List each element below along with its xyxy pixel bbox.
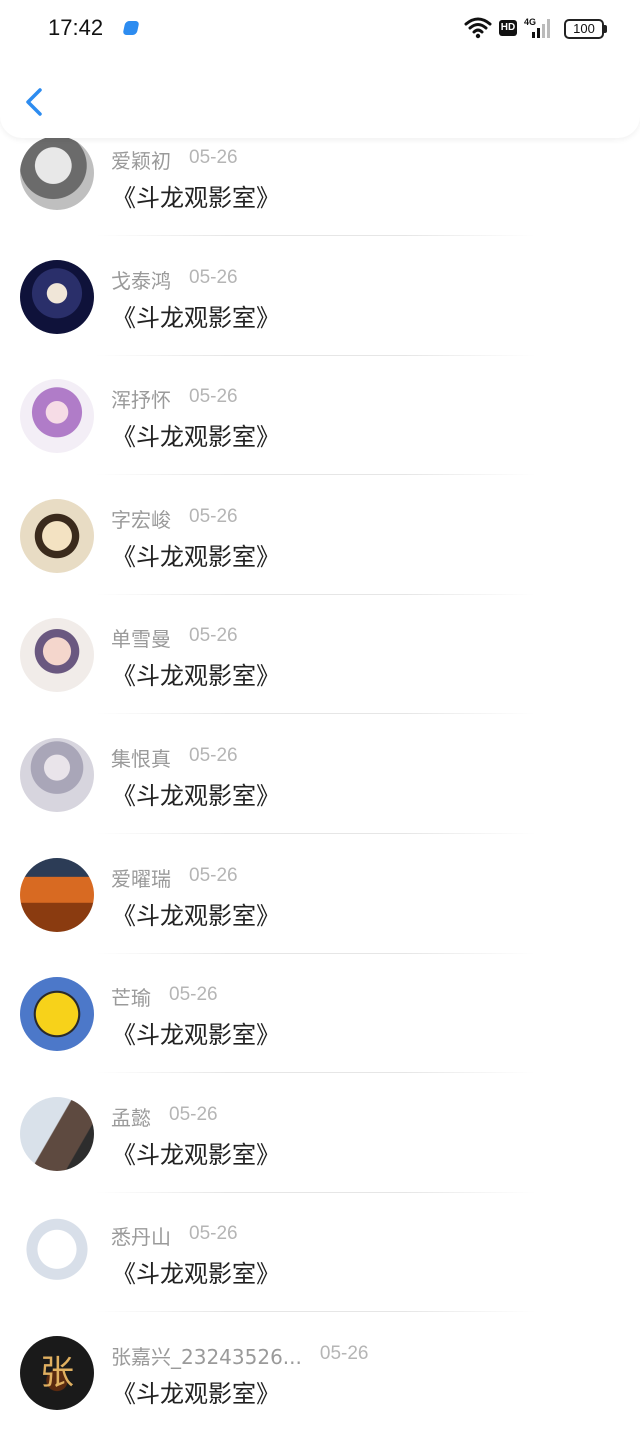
list-item[interactable]: 字宏峻 05-26 《斗龙观影室》 xyxy=(0,498,640,618)
item-title[interactable]: 《斗龙观影室》 xyxy=(112,896,280,931)
avatar[interactable] xyxy=(20,857,94,932)
battery-icon: 100 xyxy=(564,19,607,39)
user-name[interactable]: 戈泰鸿 xyxy=(111,265,171,294)
item-title[interactable]: 《斗龙观影室》 xyxy=(112,537,280,572)
avatar[interactable] xyxy=(20,618,94,693)
status-bar: 17:42 HD 4G 100 xyxy=(0,0,640,58)
divider xyxy=(96,1191,536,1193)
item-title[interactable]: 《斗龙观影室》 xyxy=(112,1374,280,1409)
item-date: 05-26 xyxy=(189,386,238,408)
divider xyxy=(96,593,536,595)
list-item[interactable]: 悉丹山 05-26 《斗龙观影室》 xyxy=(0,1216,640,1335)
item-date: 05-26 xyxy=(189,147,238,168)
item-date: 05-26 xyxy=(189,505,238,527)
status-time: 17:42 xyxy=(48,15,104,40)
app-notification-icon xyxy=(122,21,140,35)
avatar[interactable] xyxy=(20,1216,94,1291)
list-item[interactable]: 张 张嘉兴_23243526... 05-26 《斗龙观影室》 xyxy=(0,1336,640,1455)
avatar[interactable] xyxy=(20,259,94,334)
item-title[interactable]: 《斗龙观影室》 xyxy=(112,1015,280,1050)
item-date: 05-26 xyxy=(169,984,218,1006)
list-item[interactable]: 戈泰鸿 05-26 《斗龙观影室》 xyxy=(0,259,640,379)
avatar[interactable] xyxy=(20,1096,94,1171)
avatar[interactable] xyxy=(20,738,94,812)
user-name[interactable]: 爱曜瑞 xyxy=(111,863,171,892)
item-date: 05-26 xyxy=(189,745,238,766)
hd-icon: HD xyxy=(499,20,517,36)
avatar[interactable] xyxy=(20,977,94,1052)
item-title[interactable]: 《斗龙观影室》 xyxy=(112,417,280,452)
item-title[interactable]: 《斗龙观影室》 xyxy=(112,656,280,691)
list-item[interactable]: 孟懿 05-26 《斗龙观影室》 xyxy=(0,1096,640,1216)
avatar[interactable] xyxy=(20,379,94,454)
signal-icon: 4G xyxy=(524,17,550,38)
item-title[interactable]: 《斗龙观影室》 xyxy=(112,1135,280,1170)
divider xyxy=(96,1072,536,1074)
user-name[interactable]: 张嘉兴_23243526... xyxy=(111,1341,302,1370)
user-name[interactable]: 浑抒怀 xyxy=(111,384,171,413)
avatar[interactable] xyxy=(20,498,94,573)
list-item[interactable]: 爱曜瑞 05-26 《斗龙观影室》 xyxy=(0,857,640,977)
divider xyxy=(96,474,536,476)
user-name[interactable]: 孟懿 xyxy=(111,1102,151,1131)
avatar[interactable]: 张 xyxy=(20,1336,94,1410)
divider xyxy=(96,713,536,715)
item-date: 05-26 xyxy=(189,1223,238,1245)
divider xyxy=(96,354,536,356)
divider xyxy=(96,833,536,834)
header xyxy=(0,58,640,138)
item-title[interactable]: 《斗龙观影室》 xyxy=(112,178,280,213)
user-name[interactable]: 芒瑜 xyxy=(111,982,151,1011)
item-date: 05-26 xyxy=(319,1343,369,1364)
divider xyxy=(96,1311,536,1313)
item-title[interactable]: 《斗龙观影室》 xyxy=(112,298,280,333)
item-date: 05-26 xyxy=(169,1103,218,1125)
list-item[interactable]: 爱颖初 05-26 《斗龙观影室》 xyxy=(0,136,640,259)
user-name[interactable]: 字宏峻 xyxy=(111,504,171,533)
avatar-text: 张 xyxy=(40,1353,74,1393)
user-name[interactable]: 悉丹山 xyxy=(111,1221,171,1250)
list-item[interactable]: 集恨真 05-26 《斗龙观影室》 xyxy=(0,738,640,857)
divider xyxy=(96,235,536,236)
list-item[interactable]: 单雪曼 05-26 《斗龙观影室》 xyxy=(0,618,640,737)
network-label: 4G xyxy=(524,17,536,27)
user-name[interactable]: 单雪曼 xyxy=(111,623,171,652)
wifi-icon xyxy=(464,17,492,39)
back-button[interactable] xyxy=(16,80,56,124)
divider xyxy=(96,952,536,954)
item-date: 05-26 xyxy=(189,864,238,886)
list-item[interactable]: 浑抒怀 05-26 《斗龙观影室》 xyxy=(0,379,640,498)
list-item[interactable]: 芒瑜 05-26 《斗龙观影室》 xyxy=(0,977,640,1096)
item-title[interactable]: 《斗龙观影室》 xyxy=(112,776,280,811)
item-title[interactable]: 《斗龙观影室》 xyxy=(112,1254,280,1289)
item-date: 05-26 xyxy=(189,266,238,288)
avatar[interactable] xyxy=(20,136,94,210)
item-date: 05-26 xyxy=(189,625,238,647)
chevron-left-icon xyxy=(26,88,42,116)
user-name[interactable]: 集恨真 xyxy=(111,743,171,772)
user-name[interactable]: 爱颖初 xyxy=(111,145,171,174)
